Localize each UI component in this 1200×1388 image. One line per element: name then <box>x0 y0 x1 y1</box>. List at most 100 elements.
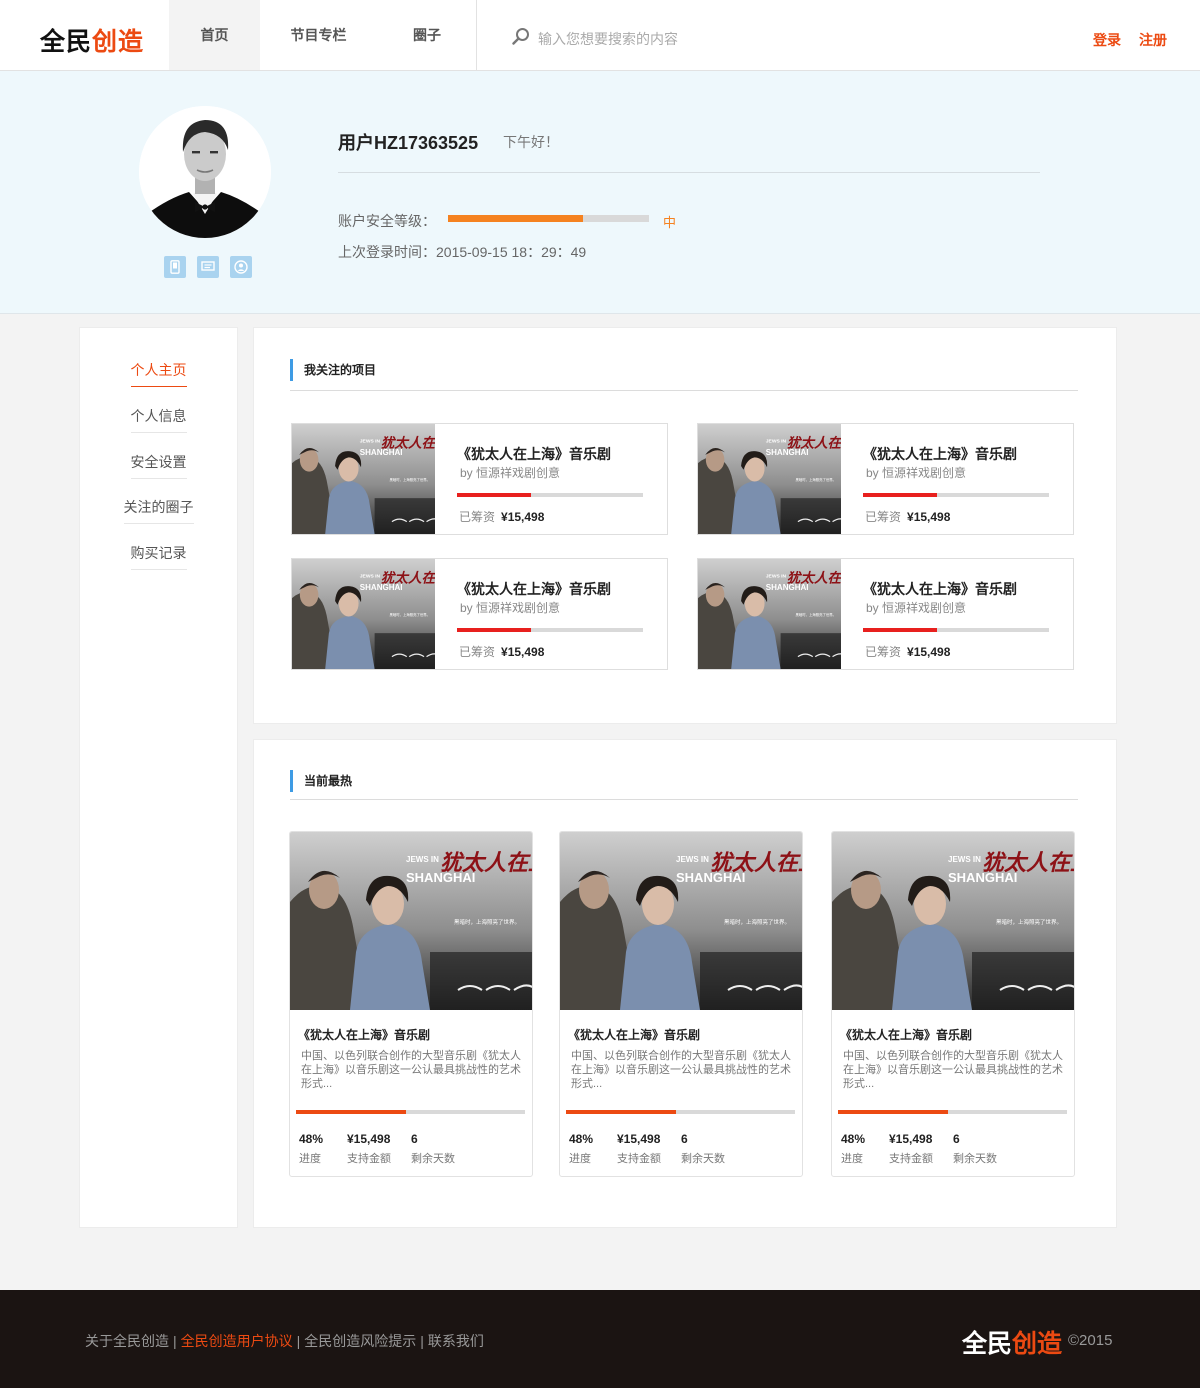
panel-title: 当前最热 <box>290 770 352 792</box>
sidebar-item-homepage[interactable]: 个人主页 <box>80 360 237 387</box>
stat-progress: 48% 进度 <box>841 1132 865 1166</box>
project-title[interactable]: 《犹太人在上海》音乐剧 <box>298 1026 430 1043</box>
footer-links: 关于全民创造 | 全民创造用户协议 | 全民创造风险提示 | 联系我们 <box>85 1331 484 1351</box>
stat-days: 6 剩余天数 <box>681 1132 725 1166</box>
raised-amount: 已筹资 ¥15,498 <box>459 643 544 660</box>
nav-item-home[interactable]: 首页 <box>169 0 260 70</box>
sidebar-item-label: 关注的圈子 <box>123 497 194 524</box>
message-icon[interactable] <box>197 256 219 278</box>
svg-text:犹太人在上海: 犹太人在上海 <box>440 850 533 876</box>
panel-title: 我关注的项目 <box>290 359 376 381</box>
nav-item-circles[interactable]: 圈子 <box>377 0 477 70</box>
followed-project-card[interactable]: JEWS INSHANGHAI犹太人在上海黑暗时，上海照亮了世界。 《犹太人在上海… <box>697 558 1074 670</box>
stat-progress: 48% 进度 <box>299 1132 323 1166</box>
avatar[interactable] <box>139 106 271 238</box>
footer-link-contact[interactable]: 联系我们 <box>428 1333 484 1349</box>
sidebar-item-purchases[interactable]: 购买记录 <box>80 543 237 570</box>
sidebar-item-security[interactable]: 安全设置 <box>80 452 237 479</box>
security-progress-fill <box>448 215 583 222</box>
svg-text:JEWS IN: JEWS IN <box>948 855 981 864</box>
stat-days: 6 剩余天数 <box>953 1132 997 1166</box>
stat-value: ¥15,498 <box>889 1132 933 1146</box>
raised-label: 已筹资 <box>865 645 902 659</box>
hot-project-card[interactable]: JEWS INSHANGHAI犹太人在上海黑暗时，上海照亮了世界。《犹太人在上海… <box>831 831 1075 1177</box>
svg-text:犹太人在上海: 犹太人在上海 <box>787 435 841 451</box>
raised-value: ¥15,498 <box>907 645 951 659</box>
brand-logo[interactable]: 全民创造 <box>40 22 144 58</box>
raised-amount: 已筹资 ¥15,498 <box>865 508 950 525</box>
funding-progress-bar <box>838 1110 1067 1114</box>
project-author: by 恒源祥戏剧创意 <box>460 601 561 615</box>
funding-progress-fill <box>296 1110 406 1114</box>
stat-label: 支持金额 <box>889 1153 933 1165</box>
quick-icons <box>164 256 252 278</box>
project-title[interactable]: 《犹太人在上海》音乐剧 <box>863 444 1017 464</box>
funding-progress-bar <box>296 1110 525 1114</box>
project-title[interactable]: 《犹太人在上海》音乐剧 <box>457 444 611 464</box>
project-author: by 恒源祥戏剧创意 <box>460 466 561 480</box>
nav-item-columns[interactable]: 节目专栏 <box>260 0 377 70</box>
project-thumbnail[interactable]: JEWS INSHANGHAI犹太人在上海黑暗时，上海照亮了世界。 <box>698 559 841 669</box>
hot-project-card[interactable]: JEWS INSHANGHAI犹太人在上海黑暗时，上海照亮了世界。《犹太人在上海… <box>559 831 803 1177</box>
svg-text:JEWS IN: JEWS IN <box>766 439 787 445</box>
username: 用户HZ17363525 <box>338 133 479 153</box>
project-cover-image[interactable]: JEWS INSHANGHAI犹太人在上海黑暗时，上海照亮了世界。 <box>832 832 1074 1010</box>
project-title[interactable]: 《犹太人在上海》音乐剧 <box>863 579 1017 599</box>
project-title[interactable]: 《犹太人在上海》音乐剧 <box>568 1026 700 1043</box>
greeting: 下午好！ <box>503 134 559 150</box>
hot-project-card[interactable]: JEWS INSHANGHAI犹太人在上海黑暗时，上海照亮了世界。《犹太人在上海… <box>289 831 533 1177</box>
project-thumbnail[interactable]: JEWS INSHANGHAI犹太人在上海黑暗时，上海照亮了世界。 <box>292 559 435 669</box>
sidebar: 个人主页 个人信息 安全设置 关注的圈子 购买记录 <box>79 327 238 1228</box>
funding-progress-bar <box>457 493 643 497</box>
raised-label: 已筹资 <box>459 645 496 659</box>
svg-text:JEWS IN: JEWS IN <box>676 855 709 864</box>
footer-link-agreement[interactable]: 全民创造用户协议 <box>181 1333 293 1349</box>
auth-links: 登录 注册 <box>1093 30 1167 50</box>
footer-separator: | <box>420 1333 424 1349</box>
followed-project-card[interactable]: JEWS INSHANGHAI犹太人在上海黑暗时，上海照亮了世界。 《犹太人在上海… <box>291 558 668 670</box>
project-thumbnail[interactable]: JEWS INSHANGHAI犹太人在上海黑暗时，上海照亮了世界。 <box>698 424 841 534</box>
funding-progress-bar <box>863 493 1049 497</box>
project-cover-image[interactable]: JEWS INSHANGHAI犹太人在上海黑暗时，上海照亮了世界。 <box>560 832 802 1010</box>
funding-progress-bar <box>457 628 643 632</box>
svg-text:黑暗时，上海照亮了世界。: 黑暗时，上海照亮了世界。 <box>795 612 836 617</box>
login-link[interactable]: 登录 <box>1093 30 1121 50</box>
svg-text:黑暗时，上海照亮了世界。: 黑暗时，上海照亮了世界。 <box>996 918 1062 926</box>
project-description: 中国、以色列联合创作的大型音乐剧《犹太人在上海》以音乐剧这一公认最具挑战性的艺术… <box>843 1050 1063 1090</box>
svg-text:JEWS IN: JEWS IN <box>360 439 381 445</box>
main-nav: 首页 节目专栏 圈子 <box>169 0 477 70</box>
stat-value: 48% <box>841 1132 866 1146</box>
svg-text:JEWS IN: JEWS IN <box>360 574 381 580</box>
sidebar-item-info[interactable]: 个人信息 <box>80 406 237 433</box>
search-icon[interactable] <box>512 27 530 50</box>
user-icon[interactable] <box>230 256 252 278</box>
svg-text:黑暗时，上海照亮了世界。: 黑暗时，上海照亮了世界。 <box>724 918 790 926</box>
stat-value: 6 <box>681 1132 688 1146</box>
footer: 关于全民创造 | 全民创造用户协议 | 全民创造风险提示 | 联系我们 全民创造 ©2015 <box>0 1290 1200 1388</box>
funding-progress-bar <box>566 1110 795 1114</box>
search-input[interactable] <box>538 30 798 47</box>
register-link[interactable]: 注册 <box>1139 30 1167 50</box>
sidebar-item-circles[interactable]: 关注的圈子 <box>80 497 237 524</box>
security-progress-bar <box>448 215 649 222</box>
search-box <box>512 27 798 50</box>
footer-link-risk[interactable]: 全民创造风险提示 <box>304 1333 416 1349</box>
project-description: 中国、以色列联合创作的大型音乐剧《犹太人在上海》以音乐剧这一公认最具挑战性的艺术… <box>301 1050 521 1090</box>
project-author: by 恒源祥戏剧创意 <box>866 601 967 615</box>
followed-project-card[interactable]: JEWS INSHANGHAI犹太人在上海黑暗时，上海照亮了世界。 《犹太人在上海… <box>291 423 668 535</box>
followed-project-card[interactable]: JEWS INSHANGHAI犹太人在上海黑暗时，上海照亮了世界。 《犹太人在上海… <box>697 423 1074 535</box>
stat-progress: 48% 进度 <box>569 1132 593 1166</box>
project-title[interactable]: 《犹太人在上海》音乐剧 <box>840 1026 972 1043</box>
project-title[interactable]: 《犹太人在上海》音乐剧 <box>457 579 611 599</box>
funding-progress-bar <box>863 628 1049 632</box>
funding-progress-fill <box>457 628 532 632</box>
nav-divider <box>476 0 477 70</box>
project-cover-image[interactable]: JEWS INSHANGHAI犹太人在上海黑暗时，上海照亮了世界。 <box>290 832 533 1010</box>
funding-progress-fill <box>863 628 938 632</box>
project-thumbnail[interactable]: JEWS INSHANGHAI犹太人在上海黑暗时，上海照亮了世界。 <box>292 424 435 534</box>
phone-icon[interactable] <box>164 256 186 278</box>
footer-logo: 全民创造 <box>962 1324 1062 1360</box>
footer-link-about[interactable]: 关于全民创造 <box>85 1333 169 1349</box>
funding-progress-fill <box>566 1110 676 1114</box>
project-author: by 恒源祥戏剧创意 <box>866 466 967 480</box>
